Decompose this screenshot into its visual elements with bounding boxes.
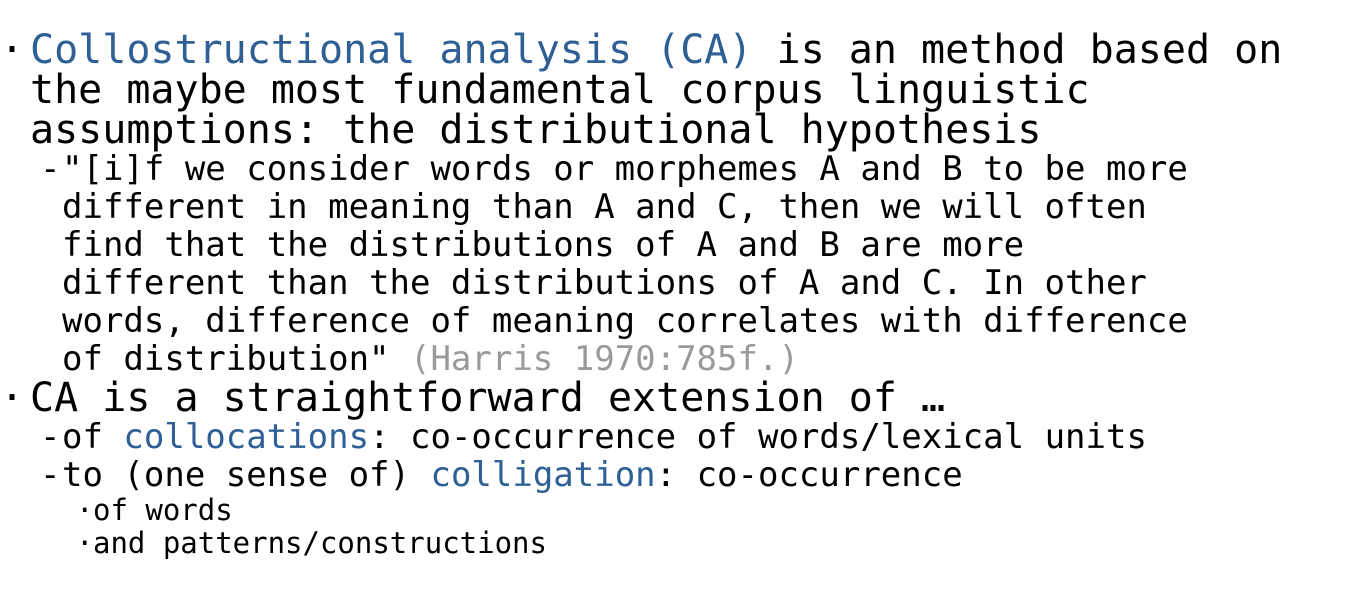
quote-line: of distribution" (Harris 1970:785f.) bbox=[62, 340, 1368, 378]
bullet-of-words: · of words bbox=[0, 494, 1368, 527]
bullet-marker: · bbox=[76, 526, 94, 560]
bullet-ca-extension: · CA is a straightforward extension of … bbox=[0, 378, 1368, 418]
text-line: CA is a straightforward extension of … bbox=[30, 375, 946, 421]
bullet-marker: · bbox=[0, 27, 25, 73]
bullet-patterns-constructions: · and patterns/constructions bbox=[0, 527, 1368, 560]
text-segment: to (one sense of) bbox=[62, 455, 431, 495]
bullet-harris-quote: - "[i]f we consider words or morphemes A… bbox=[0, 150, 1368, 378]
bullet-marker: · bbox=[76, 493, 94, 527]
quote-line: "[i]f we consider words or morphemes A a… bbox=[62, 149, 1188, 189]
text-line: of collocations: co-occurrence of words/… bbox=[62, 418, 1368, 456]
dash-marker: - bbox=[40, 417, 61, 457]
bullet-collocations: - of collocations: co-occurrence of word… bbox=[0, 418, 1368, 456]
text-line: Collostructional analysis (CA) is an met… bbox=[30, 30, 1368, 70]
quote-line: different than the distributions of A an… bbox=[62, 263, 1147, 303]
citation-harris: (Harris 1970:785f.) bbox=[389, 339, 799, 379]
term-collocations: collocations bbox=[123, 417, 370, 457]
text-line: assumptions: the distributional hypothes… bbox=[30, 107, 1042, 153]
slide-body: · Collostructional analysis (CA) is an m… bbox=[0, 30, 1368, 560]
text-segment: : co-occurrence of words/lexical units bbox=[369, 417, 1147, 457]
bullet-marker: · bbox=[0, 375, 25, 421]
text-segment: of bbox=[62, 417, 124, 457]
quote-line: find that the distributions of A and B a… bbox=[62, 225, 1025, 265]
text-line: and patterns/constructions bbox=[93, 526, 547, 560]
text-line: the maybe most fundamental corpus lingui… bbox=[30, 67, 1090, 113]
text-line: to (one sense of) colligation: co-occurr… bbox=[62, 456, 1368, 494]
bullet-colligation: - to (one sense of) colligation: co-occu… bbox=[0, 456, 1368, 494]
text-line: of words bbox=[93, 493, 233, 527]
quote-text: of distribution" bbox=[62, 339, 390, 379]
text-segment: : co-occurrence bbox=[655, 455, 963, 495]
term-colligation: colligation bbox=[430, 455, 656, 495]
dash-marker: - bbox=[40, 455, 61, 495]
quote-line: words, difference of meaning correlates … bbox=[62, 301, 1188, 341]
bullet-ca-definition: · Collostructional analysis (CA) is an m… bbox=[0, 30, 1368, 150]
quote-line: different in meaning than A and C, then … bbox=[62, 187, 1147, 227]
dash-marker: - bbox=[40, 149, 61, 189]
